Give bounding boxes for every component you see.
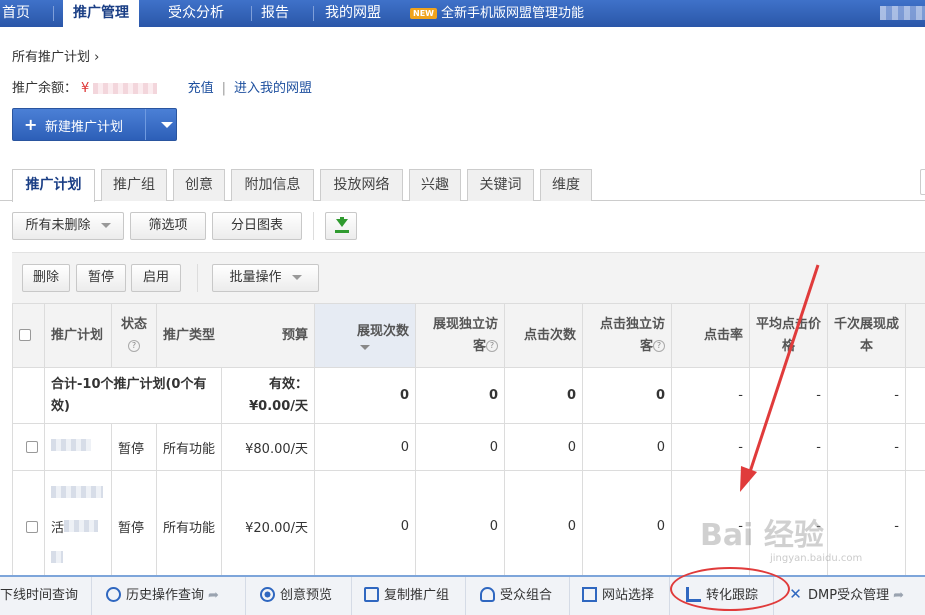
clock-icon bbox=[106, 587, 121, 602]
share-arrow-icon: ➦ bbox=[208, 588, 219, 603]
share-arrow-icon: ➦ bbox=[893, 588, 904, 603]
dmp-label: DMP受众管理 bbox=[808, 588, 890, 603]
offline-label: 下线时间查询 bbox=[0, 588, 79, 603]
history-label: 历史操作查询 bbox=[126, 588, 205, 603]
user-icon bbox=[480, 587, 495, 602]
audience-combination[interactable]: 受众组合 bbox=[466, 577, 570, 615]
copy-label: 复制推广组 bbox=[384, 588, 450, 603]
baidu-watermark: Bai 经验 bbox=[700, 518, 824, 553]
creative-preview[interactable]: 创意预览 bbox=[246, 577, 352, 615]
dmp-audience-management[interactable]: ✕ DMP受众管理 ➦ bbox=[774, 577, 925, 615]
offline-time-query[interactable]: 下线时间查询 bbox=[0, 577, 92, 615]
arrow-head bbox=[740, 466, 757, 492]
site-label: 网站选择 bbox=[602, 588, 655, 603]
copy-icon bbox=[364, 587, 379, 602]
annotation-circle bbox=[670, 567, 790, 611]
copy-group[interactable]: 复制推广组 bbox=[352, 577, 466, 615]
audience-label: 受众组合 bbox=[500, 588, 553, 603]
eye-icon bbox=[260, 587, 275, 602]
checkbox-icon bbox=[582, 587, 597, 602]
arrow-shaft bbox=[746, 264, 820, 479]
dmp-icon: ✕ bbox=[789, 585, 802, 603]
watermark-url: jingyan.baidu.com bbox=[770, 553, 863, 564]
history-operations[interactable]: 历史操作查询 ➦ bbox=[92, 577, 246, 615]
site-selection[interactable]: 网站选择 bbox=[570, 577, 670, 615]
preview-label: 创意预览 bbox=[280, 588, 333, 603]
